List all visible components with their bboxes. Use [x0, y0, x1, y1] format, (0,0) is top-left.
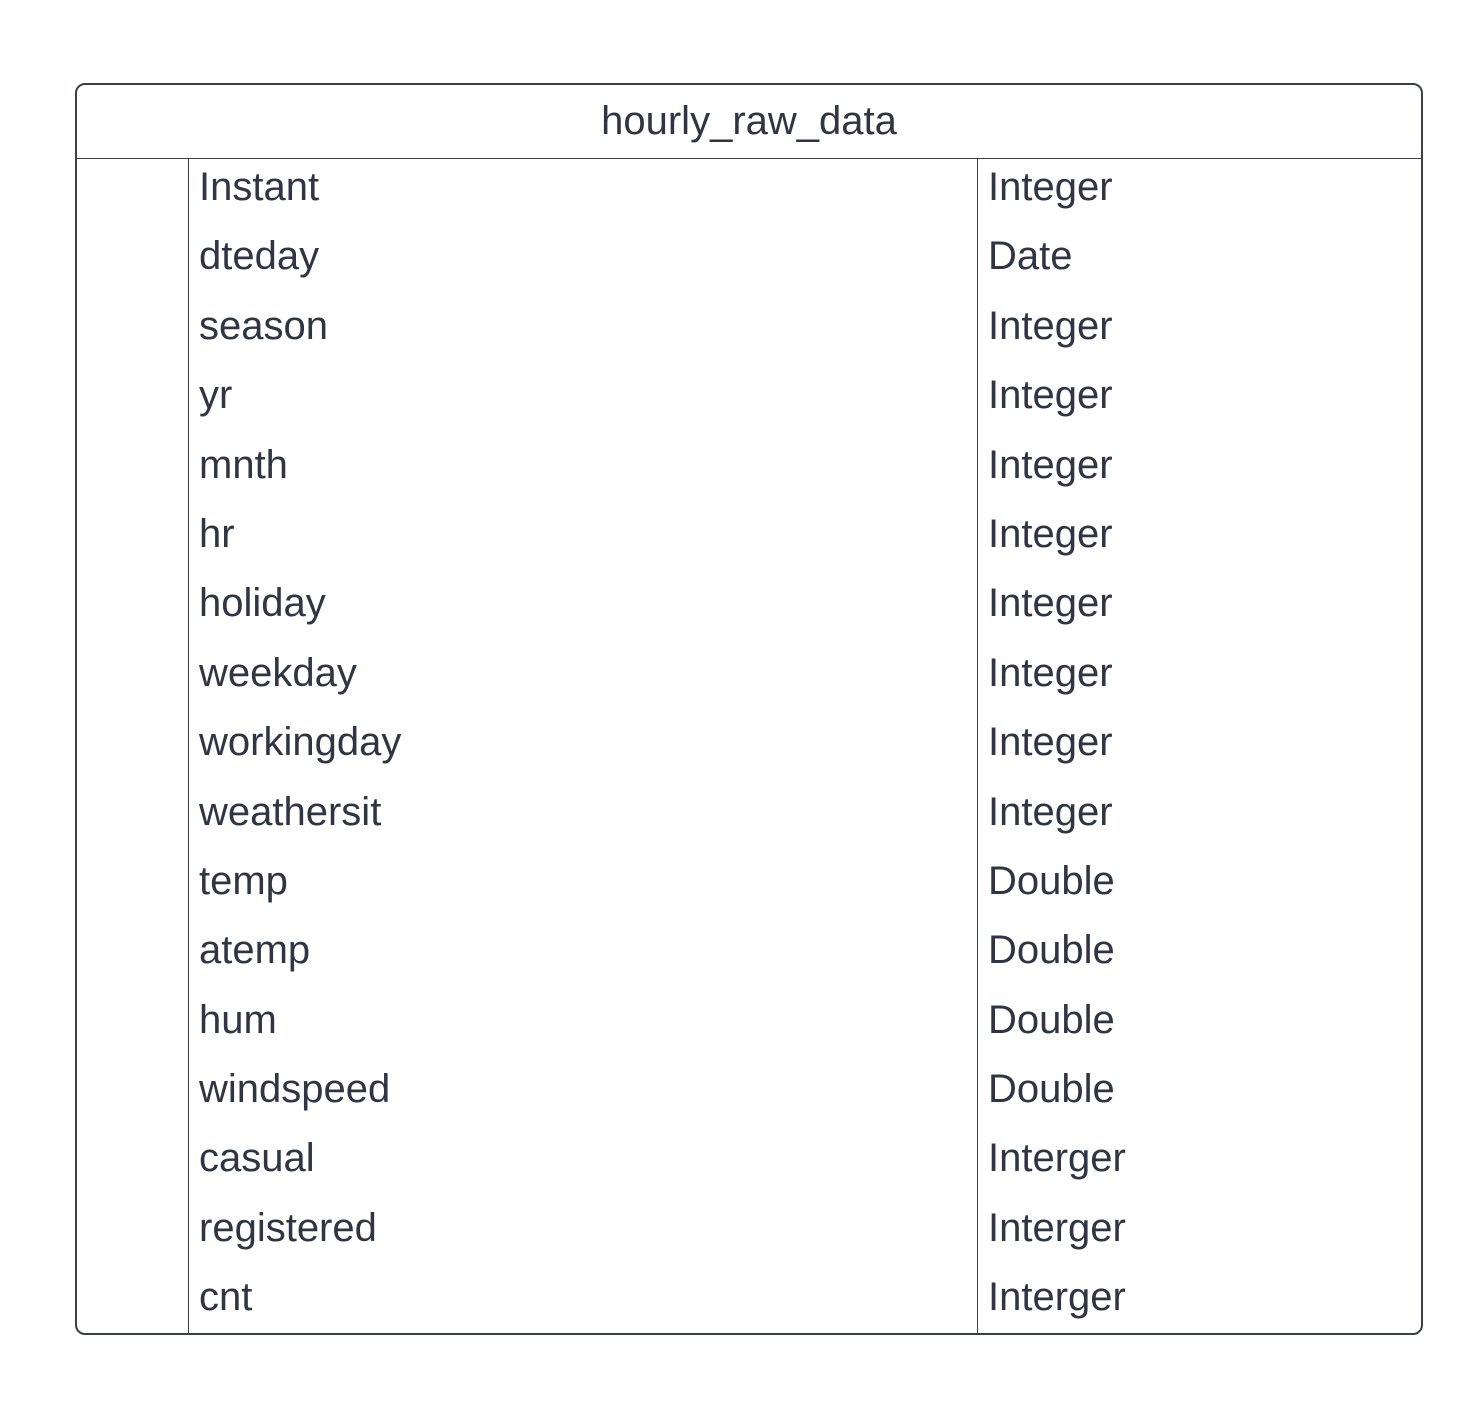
field-type: Integer: [988, 581, 1113, 626]
field-name: season: [199, 303, 328, 348]
field-row[interactable]: dteday Date: [77, 228, 1421, 297]
field-row[interactable]: windspeed Double: [77, 1061, 1421, 1130]
field-name: weekday: [199, 650, 357, 695]
field-name: hum: [199, 997, 277, 1042]
field-type: Interger: [988, 1205, 1126, 1250]
field-row[interactable]: mnth Integer: [77, 437, 1421, 506]
entity-fields: Instant Integer dteday Date season Integer yr I…: [77, 159, 1421, 1333]
field-row[interactable]: temp Double: [77, 853, 1421, 922]
field-row[interactable]: holiday Integer: [77, 575, 1421, 644]
field-name: hr: [199, 511, 235, 556]
field-row[interactable]: weathersit Integer: [77, 784, 1421, 853]
field-type: Integer: [988, 650, 1113, 695]
field-name: registered: [199, 1205, 377, 1250]
field-row[interactable]: Instant Integer: [77, 159, 1421, 228]
field-type: Interger: [988, 1136, 1126, 1181]
field-type: Integer: [988, 442, 1113, 487]
field-name: mnth: [199, 442, 288, 487]
field-type: Integer: [988, 303, 1113, 348]
field-type: Integer: [988, 165, 1113, 209]
field-row[interactable]: atemp Double: [77, 922, 1421, 991]
field-name: windspeed: [199, 1067, 391, 1112]
field-type: Integer: [988, 373, 1113, 418]
field-type: Date: [988, 234, 1073, 279]
field-name: atemp: [199, 928, 311, 973]
field-name: weathersit: [199, 789, 382, 834]
field-name: yr: [199, 373, 233, 418]
field-type: Double: [988, 997, 1115, 1042]
field-type: Integer: [988, 720, 1113, 765]
field-row[interactable]: cnt Interger: [77, 1269, 1421, 1333]
field-name: dteday: [199, 234, 320, 279]
field-type: Double: [988, 928, 1115, 973]
field-row[interactable]: season Integer: [77, 298, 1421, 367]
field-name: holiday: [199, 581, 326, 626]
field-rows: Instant Integer dteday Date season Integer yr I…: [77, 159, 1421, 1333]
field-name: casual: [199, 1136, 315, 1181]
field-type: Integer: [988, 789, 1113, 834]
field-type: Double: [988, 858, 1115, 903]
field-row[interactable]: hr Integer: [77, 506, 1421, 575]
entity-title: hourly_raw_data: [77, 85, 1421, 159]
field-type: Interger: [988, 1275, 1126, 1320]
entity-table-hourly-raw-data[interactable]: hourly_raw_data Instant Integer dteday Date…: [75, 83, 1423, 1335]
field-row[interactable]: weekday Integer: [77, 645, 1421, 714]
field-name: cnt: [199, 1275, 253, 1320]
field-type: Integer: [988, 511, 1113, 556]
field-name: workingday: [199, 720, 402, 765]
field-row[interactable]: casual Interger: [77, 1130, 1421, 1199]
field-row[interactable]: registered Interger: [77, 1200, 1421, 1269]
field-row[interactable]: yr Integer: [77, 367, 1421, 436]
field-row[interactable]: hum Double: [77, 992, 1421, 1061]
field-type: Double: [988, 1067, 1115, 1112]
field-name: Instant: [199, 165, 320, 209]
field-row[interactable]: workingday Integer: [77, 714, 1421, 783]
field-name: temp: [199, 858, 288, 903]
